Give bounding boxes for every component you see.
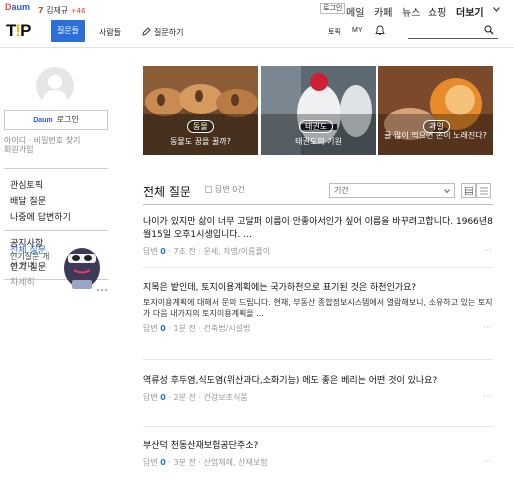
question-meta: 답변 0 · 7초 전 · 운세, 작명/이름풀이 ··· bbox=[143, 246, 491, 256]
topic-link[interactable]: 토픽 bbox=[328, 27, 341, 37]
card-badge: 태권도 bbox=[299, 120, 334, 133]
top-login-button[interactable]: 로그인 bbox=[320, 3, 346, 14]
avatar bbox=[36, 67, 74, 105]
notice-more-link[interactable]: 자세히 bbox=[10, 279, 54, 288]
question-meta: 답변 0 · 1분 전 · 건축법/시설법 ··· bbox=[143, 323, 491, 333]
more-dots-icon[interactable]: ··· bbox=[483, 323, 491, 332]
more-dots-icon[interactable]: ··· bbox=[483, 246, 491, 255]
list-title: 전체 질문 bbox=[143, 185, 191, 199]
search-icon[interactable] bbox=[484, 25, 494, 35]
notice-text[interactable]: 인기질문 개선 안내 bbox=[10, 252, 54, 270]
bell-icon[interactable] bbox=[375, 25, 385, 36]
sidebar-item-interest-topics[interactable]: 관심토픽 bbox=[10, 178, 43, 191]
featured-card-animal[interactable]: 동물 동물도 꿈을 꿀까? bbox=[143, 66, 258, 155]
tab-people[interactable]: 사람들 bbox=[99, 27, 121, 38]
notice-title: 공지사항 bbox=[10, 239, 44, 249]
answer-zero-filter[interactable]: 답변 0건 bbox=[205, 184, 245, 195]
list-view-icon bbox=[480, 187, 488, 195]
divider bbox=[4, 230, 108, 231]
pencil-icon bbox=[142, 27, 151, 36]
tip-page: Daum 7 김재규 +46 로그인 메일 카페 뉴스 쇼핑 더보기 T!P 질… bbox=[0, 0, 514, 480]
sidebar-item-answer-later[interactable]: 나중에 답변하기 bbox=[10, 210, 71, 223]
tangerine-image bbox=[378, 66, 493, 155]
period-input[interactable] bbox=[360, 184, 454, 197]
featured-card-taekwondo[interactable]: 태권도 태권도의 기원 bbox=[261, 66, 376, 155]
card-badge: 동물 bbox=[187, 120, 214, 133]
question-title[interactable]: 나이가 있지만 삶이 너무 고달퍼 이름이 안좋아서인가 싶어 이름을 바꾸려고… bbox=[143, 216, 493, 242]
tip-logo[interactable]: T!P bbox=[6, 21, 31, 41]
grid-view-icon bbox=[465, 187, 473, 195]
period-filter[interactable]: 기간 bbox=[329, 183, 455, 198]
more-dots-icon[interactable]: ··· bbox=[483, 392, 491, 401]
sidebar-item-delivery-questions[interactable]: 배달 질문 bbox=[10, 194, 46, 207]
list-view-button[interactable] bbox=[476, 183, 491, 198]
login-button[interactable]: Daum 로그인 bbox=[4, 110, 108, 130]
card-caption: 태권도의 기원 bbox=[295, 137, 342, 146]
question-title[interactable]: 지목은 밭인데, 토지이용계획에는 국가하천으로 표기된 것은 하천인가요? bbox=[143, 282, 493, 295]
default-profile-icon bbox=[42, 75, 68, 105]
site-header: T!P 질문들 사람들 질문하기 토픽 MY bbox=[0, 16, 514, 48]
account-links: 아이디 · 비밀번호 찾기 회원가입 bbox=[4, 136, 80, 154]
ask-question-button[interactable]: 질문하기 bbox=[154, 27, 183, 38]
chevron-down-icon[interactable] bbox=[493, 7, 500, 12]
question-item[interactable]: 지목은 밭인데, 토지이용계획에는 국가하천으로 표기된 것은 하천인가요? 토… bbox=[143, 282, 493, 360]
question-meta: 답변 0 · 3분 전 · 산업재해, 산재보험 ··· bbox=[143, 457, 491, 467]
notice-box: 공지사항 인기질문 개선 안내 자세히 bbox=[10, 240, 54, 288]
featured-card-fruit[interactable]: 과일 귤 많이 먹으면 손이 노래진다? bbox=[378, 66, 493, 155]
realtime-keyword[interactable]: 7 김재규 +46 bbox=[38, 5, 86, 16]
daum-logo[interactable]: Daum bbox=[5, 2, 30, 12]
card-caption: 귤 많이 먹으면 손이 노래진다? bbox=[384, 131, 487, 140]
question-item[interactable]: 부산덕 천동산재보험공단주소? 답변 0 · 3분 전 · 산업재해, 산재보험… bbox=[143, 440, 493, 480]
find-account-link[interactable]: 아이디 · 비밀번호 찾기 bbox=[4, 136, 80, 145]
card-caption: 동물도 꿈을 꿀까? bbox=[170, 137, 231, 146]
question-body: 토지이용계획에 대해서 문의 드립니다. 현재, 부동산 종합정보시스템에서 열… bbox=[143, 298, 493, 318]
top-service-bar: Daum 7 김재규 +46 로그인 메일 카페 뉴스 쇼핑 더보기 bbox=[0, 0, 514, 19]
question-item[interactable]: 역류성 후두염,식도염(위산과다,소화기능) 에도 좋은 베리는 어떤 것이 있… bbox=[143, 375, 493, 427]
my-link[interactable]: MY bbox=[352, 27, 363, 34]
question-item[interactable]: 나이가 있지만 삶이 너무 고달퍼 이름이 안좋아서인가 싶어 이름을 바꾸려고… bbox=[143, 216, 493, 268]
question-title[interactable]: 부산덕 천동산재보험공단주소? bbox=[143, 440, 493, 453]
chevron-down-icon bbox=[444, 189, 450, 193]
checkbox-icon[interactable] bbox=[205, 186, 212, 193]
question-title[interactable]: 역류성 후두염,식도염(위산과다,소화기능) 에도 좋은 베리는 어떤 것이 있… bbox=[143, 375, 493, 388]
question-list-header: 전체 질문 답변 0건 기간 bbox=[143, 180, 493, 205]
tab-questions[interactable]: 질문들 bbox=[51, 20, 85, 42]
more-dots-icon[interactable]: ··· bbox=[483, 457, 491, 466]
divider bbox=[4, 168, 108, 169]
question-meta: 답변 0 · 2분 전 · 건강보조식품 ··· bbox=[143, 392, 491, 402]
signup-link[interactable]: 회원가입 bbox=[4, 145, 80, 154]
grid-view-button[interactable] bbox=[461, 183, 476, 198]
mascot-illustration bbox=[64, 248, 108, 292]
